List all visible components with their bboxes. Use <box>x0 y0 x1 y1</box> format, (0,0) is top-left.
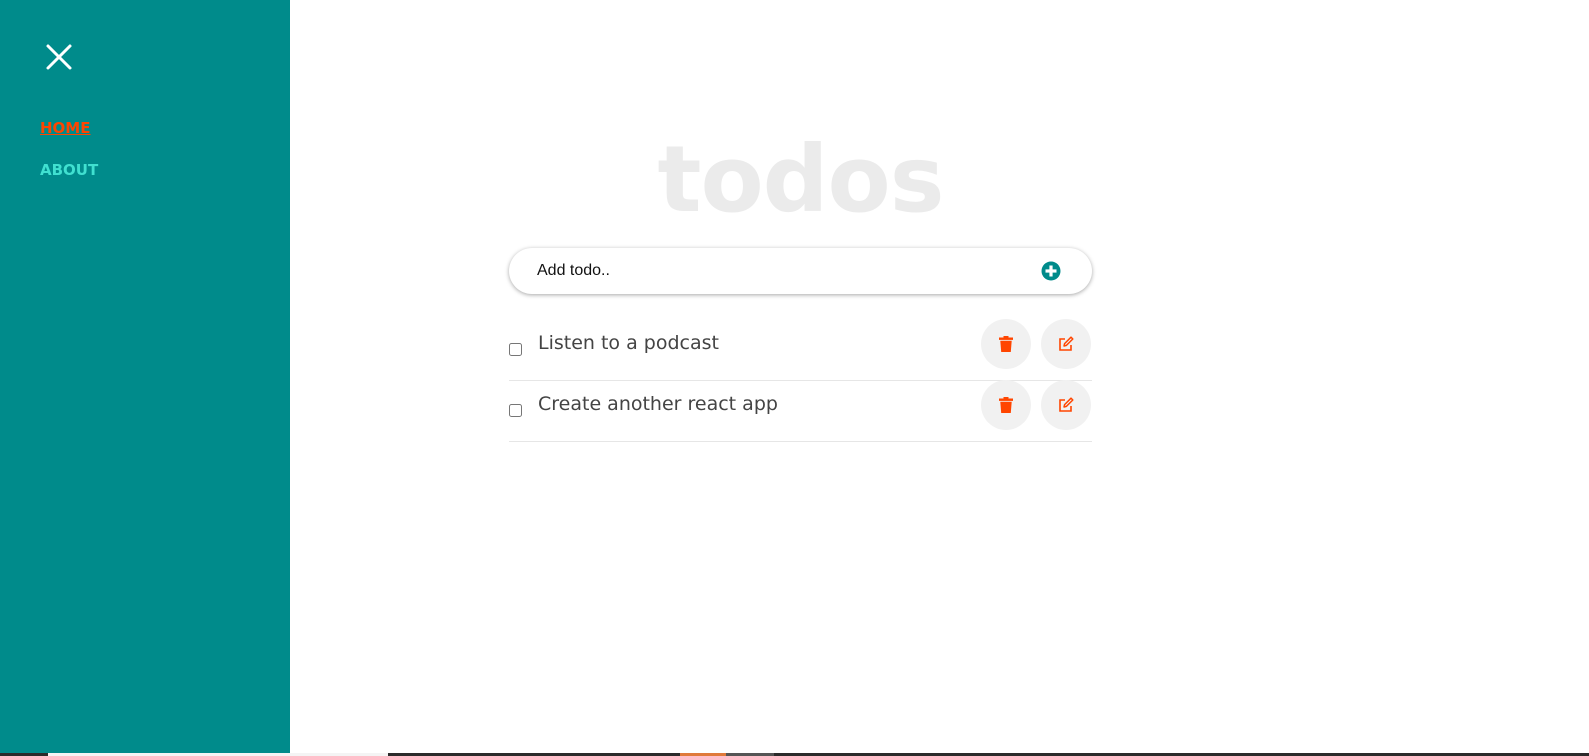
todo-text: Create another react app <box>538 393 778 415</box>
edit-icon <box>1059 397 1074 412</box>
todo-item: Create another react app <box>509 380 1092 442</box>
plus-circle-icon <box>1041 261 1061 281</box>
add-todo-button[interactable] <box>1041 261 1061 281</box>
main-content: todos Listen to a podcast <box>290 0 1589 756</box>
delete-todo-button[interactable] <box>981 319 1031 369</box>
sidebar-nav: HOME ABOUT <box>40 118 98 202</box>
edit-todo-button[interactable] <box>1041 319 1091 369</box>
todo-checkbox[interactable] <box>509 404 522 417</box>
nav-item-home: HOME <box>40 118 98 160</box>
trash-icon <box>999 336 1013 352</box>
delete-todo-button[interactable] <box>981 380 1031 430</box>
nav-item-about: ABOUT <box>40 160 98 202</box>
page-title: todos <box>657 126 944 233</box>
nav-link-home[interactable]: HOME <box>40 119 90 137</box>
add-todo-input[interactable] <box>537 248 1017 294</box>
todo-app: todos Listen to a podcast <box>509 130 1092 442</box>
todo-text: Listen to a podcast <box>538 332 719 354</box>
sidebar: HOME ABOUT <box>0 0 290 756</box>
close-icon <box>46 44 72 70</box>
todo-checkbox[interactable] <box>509 343 522 356</box>
close-sidebar-button[interactable] <box>44 42 74 72</box>
nav-link-about[interactable]: ABOUT <box>40 161 98 179</box>
trash-icon <box>999 397 1013 413</box>
todo-list: Listen to a podcast Create another react… <box>509 319 1092 442</box>
add-todo-form <box>509 248 1092 294</box>
edit-todo-button[interactable] <box>1041 380 1091 430</box>
edit-icon <box>1059 336 1074 351</box>
todo-item: Listen to a podcast <box>509 319 1092 381</box>
